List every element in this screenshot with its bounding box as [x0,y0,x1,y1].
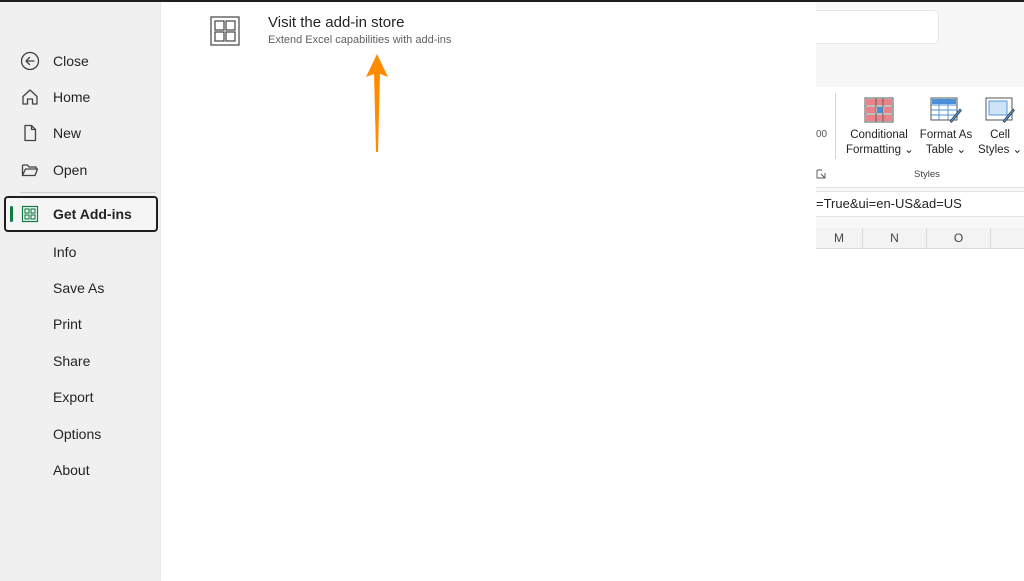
sidebar-divider [20,192,156,193]
search-input[interactable] [816,10,939,44]
sidebar-item-label: Options [53,426,102,442]
sidebar-item-label: Export [53,389,94,405]
conditional-formatting-label-1: Conditional [850,129,908,141]
sidebar-item-save-as[interactable]: Save As [4,270,158,306]
cell-styles-label-1: Cell [990,129,1010,141]
styles-group-label: Styles [914,169,940,180]
sidebar-item-options[interactable]: Options [4,416,158,452]
sidebar-item-print[interactable]: Print [4,306,158,342]
store-title: Visit the add-in store [268,14,405,31]
ribbon-separator [835,93,836,159]
excel-background: 00 Conditional Formatting ⌄ Format As Ta… [816,2,1024,581]
column-headers: M N O [816,228,1024,249]
chevron-down-icon: ⌄ [1012,144,1023,156]
conditional-formatting-button[interactable]: Conditional Formatting ⌄ [846,91,914,158]
sidebar-item-export[interactable]: Export [4,379,158,415]
new-document-icon [24,124,37,142]
format-as-table-label-1: Format As [919,129,973,141]
sidebar-item-label: Home [53,89,91,105]
add-ins-grid-icon [21,205,39,223]
ribbon-truncated-number: 00 [816,129,828,140]
sidebar-item-home[interactable]: Home [4,79,158,115]
format-as-table-label-2: Table [925,144,954,156]
conditional-formatting-label-2: Formatting [846,144,901,156]
ribbon-styles-group: 00 Conditional Formatting ⌄ Format As Ta… [816,87,1024,188]
backstage-content: Visit the add-in store Extend Excel capa… [161,2,816,581]
sidebar-item-share[interactable]: Share [4,343,158,379]
sidebar-item-about[interactable]: About [4,452,158,488]
formula-text: =True&ui=en-US&ad=US [816,196,962,211]
cell-styles-button[interactable]: Cell Styles ⌄ [978,91,1022,158]
cell-styles-icon [985,97,1015,123]
format-as-table-button[interactable]: Format As Table ⌄ [916,91,976,158]
sidebar-item-label: New [53,125,82,141]
column-header-o[interactable]: O [927,228,991,248]
store-grid-icon [210,16,240,46]
back-arrow-circle-icon [20,51,40,71]
store-description: Extend Excel capabilities with add-ins [268,34,452,46]
sidebar-item-label: About [53,462,90,478]
sidebar-item-label: Open [53,162,88,178]
chevron-down-icon: ⌄ [956,144,967,156]
sidebar-item-info[interactable]: Info [4,234,158,270]
active-indicator [10,206,13,222]
sidebar-item-new[interactable]: New [4,115,158,151]
sidebar-item-get-add-ins[interactable]: Get Add-ins [4,196,158,232]
sidebar-item-label: Get Add-ins [53,206,132,222]
formula-bar[interactable]: =True&ui=en-US&ad=US [816,191,1024,217]
sidebar-item-open[interactable]: Open [4,152,158,188]
worksheet-grid[interactable] [816,249,1024,581]
backstage-sidebar: Close Home New Open Get Add-ins Info Sav… [0,2,161,581]
sidebar-item-label: Share [53,353,91,369]
column-header-m[interactable]: M [816,228,863,248]
sidebar-item-label: Info [53,244,77,260]
sidebar-item-label: Print [53,316,82,332]
chevron-down-icon: ⌄ [904,144,914,156]
format-as-table-icon [930,97,962,123]
visit-add-in-store-button[interactable]: Visit the add-in store Extend Excel capa… [205,12,525,54]
orange-arrow-up-icon [366,54,388,152]
sidebar-item-close[interactable]: Close [4,43,158,79]
conditional-formatting-icon [864,97,894,123]
cell-styles-label-2: Styles [978,144,1010,156]
folder-open-icon [21,164,39,177]
sidebar-item-label: Close [53,53,89,69]
dialog-launcher-icon[interactable] [816,169,826,179]
sidebar-item-label: Save As [53,280,105,296]
home-icon [22,89,38,105]
column-header-n[interactable]: N [863,228,927,248]
